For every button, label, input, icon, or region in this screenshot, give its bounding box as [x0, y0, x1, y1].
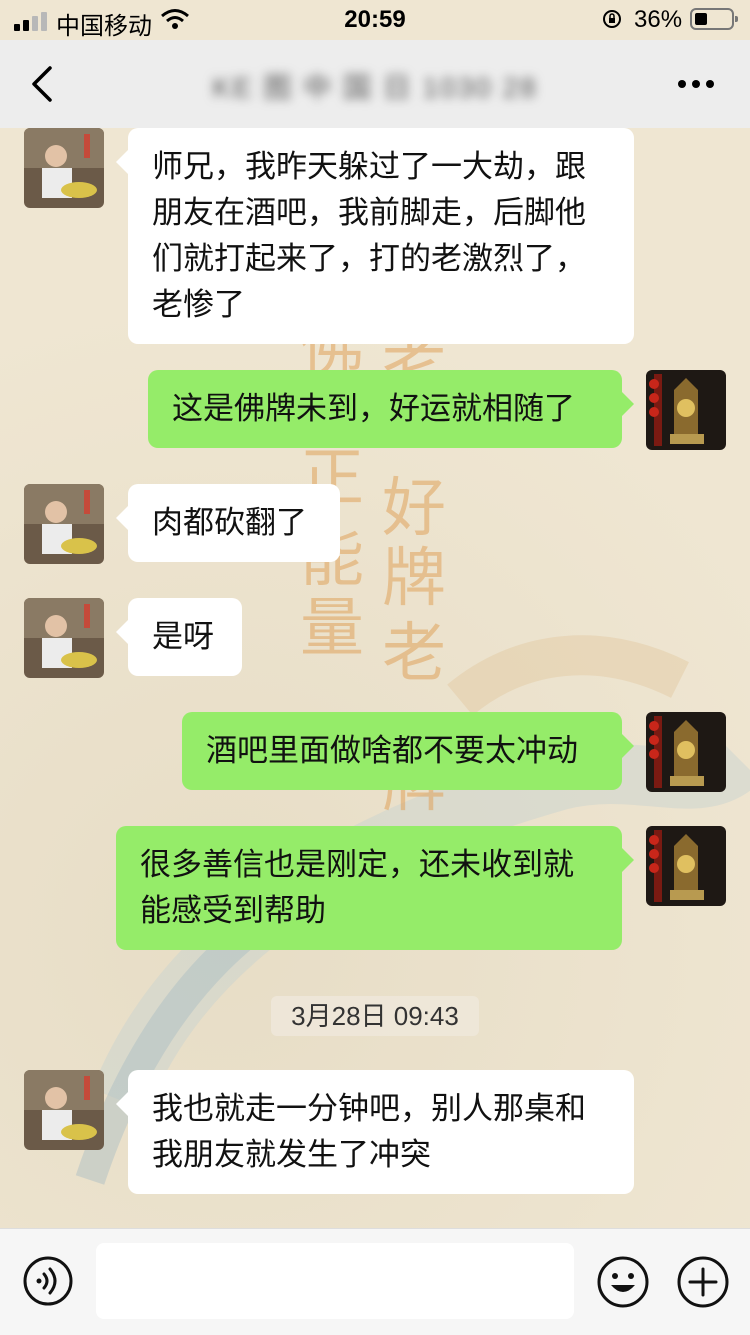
battery-icon [690, 8, 738, 30]
outgoing-message[interactable]: 酒吧里面做啥都不要太冲动 [182, 712, 634, 790]
chat-title: KE 图 中 国 日 1030 28 [212, 72, 538, 103]
input-bar [0, 1228, 750, 1335]
my-avatar[interactable] [646, 712, 726, 792]
plus-icon[interactable] [676, 1255, 730, 1309]
outgoing-message[interactable]: 这是佛牌未到，好运就相随了 [148, 370, 634, 448]
incoming-message[interactable]: 我也就走一分钟吧，别人那桌和我朋友就发生了冲突 [116, 1070, 634, 1194]
battery-percent: 36% [634, 6, 683, 33]
message-timestamp: 3月28日 09:43 [271, 996, 479, 1036]
contact-avatar[interactable] [24, 128, 104, 208]
incoming-message[interactable]: 是呀 [116, 598, 242, 676]
contact-avatar[interactable] [24, 1070, 104, 1150]
orientation-lock-icon [603, 10, 621, 28]
my-avatar[interactable] [646, 826, 726, 906]
incoming-message[interactable]: 师兄，我昨天躲过了一大劫，跟朋友在酒吧，我前脚走，后脚他们就打起来了，打的老激烈… [116, 128, 634, 344]
chevron-left-icon[interactable] [24, 62, 64, 106]
voice-icon[interactable] [22, 1255, 74, 1307]
contact-avatar[interactable] [24, 484, 104, 564]
chat-header: KE 图 中 国 日 1030 28 [0, 40, 750, 128]
my-avatar[interactable] [646, 370, 726, 450]
message-list[interactable]: 师兄，我昨天躲过了一大劫，跟朋友在酒吧，我前脚走，后脚他们就打起来了，打的老激烈… [0, 128, 750, 1228]
more-dots-icon[interactable] [672, 70, 720, 98]
outgoing-message[interactable]: 很多善信也是刚定，还未收到就能感受到帮助 [116, 826, 634, 950]
status-bar: 中国移动 20:59 36% [0, 0, 750, 40]
message-input[interactable] [96, 1243, 574, 1319]
contact-avatar[interactable] [24, 598, 104, 678]
emoji-icon[interactable] [596, 1255, 650, 1309]
incoming-message[interactable]: 肉都砍翻了 [116, 484, 340, 562]
